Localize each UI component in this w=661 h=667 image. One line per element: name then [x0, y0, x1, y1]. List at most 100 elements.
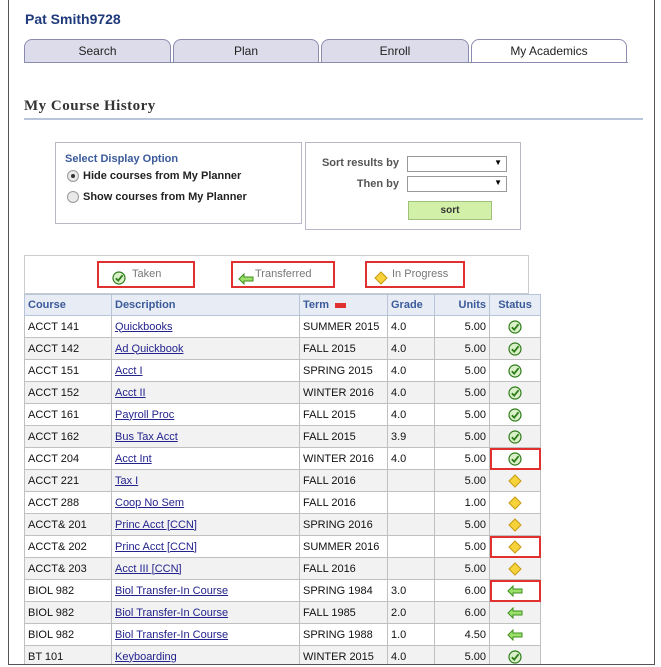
course-units: 5.00: [434, 381, 490, 404]
hide-planner-label: Hide courses from My Planner: [83, 170, 242, 182]
taken-check-icon: [508, 649, 522, 664]
header-description[interactable]: Description: [111, 294, 300, 316]
course-term: FALL 2015: [299, 425, 388, 448]
course-units: 5.00: [434, 535, 490, 558]
course-grade: 4.0: [387, 645, 435, 664]
tab-my-academics[interactable]: My Academics: [471, 39, 627, 63]
page-title: My Course History: [24, 98, 156, 114]
table-row: ACCT 162 Bus Tax Acct FALL 2015 3.9 5.00: [24, 425, 541, 448]
tab-underline: [24, 62, 628, 63]
course-description-cell: Princ Acct [CCN]: [111, 535, 300, 558]
display-option-title: Select Display Option: [65, 153, 179, 165]
course-units: 5.00: [434, 359, 490, 382]
course-term: WINTER 2016: [299, 381, 388, 404]
course-description-link[interactable]: Acct Int: [115, 453, 152, 465]
course-description-link[interactable]: Tax I: [115, 475, 138, 487]
legend-in-progress: In Progress: [365, 261, 465, 288]
chevron-down-icon: ▼: [494, 158, 502, 167]
course-units: 5.00: [434, 337, 490, 360]
then-by-label: Then by: [356, 178, 399, 190]
course-status: [489, 645, 541, 664]
course-units: 1.00: [434, 491, 490, 514]
table-row: ACCT 161 Payroll Proc FALL 2015 4.0 5.00: [24, 403, 541, 426]
tab-plan[interactable]: Plan: [173, 39, 319, 62]
page-frame: Pat Smith9728 Search Plan Enroll My Acad…: [8, 0, 655, 665]
course-status: [489, 623, 541, 646]
course-description-link[interactable]: Acct III [CCN]: [115, 563, 182, 575]
course-description-link[interactable]: Biol Transfer-In Course: [115, 585, 228, 597]
header-course[interactable]: Course: [24, 294, 112, 316]
course-grade: 3.9: [387, 425, 435, 448]
course-description-link[interactable]: Coop No Sem: [115, 497, 184, 509]
course-description-link[interactable]: Acct I: [115, 365, 143, 377]
course-description-link[interactable]: Keyboarding: [115, 651, 177, 663]
course-status: [489, 579, 541, 602]
header-term-label: Term: [303, 299, 330, 311]
course-code: ACCT& 202: [24, 535, 112, 558]
table-row: BIOL 982 Biol Transfer-In Course SPRING 19…: [24, 623, 541, 646]
course-code: BIOL 982: [24, 623, 112, 646]
tab-search[interactable]: Search: [24, 39, 171, 62]
chevron-down-icon: ▼: [494, 178, 502, 187]
course-status: [489, 381, 541, 404]
taken-check-icon: [508, 341, 522, 356]
taken-check-icon: [508, 429, 522, 444]
table-row: ACCT 151 Acct I SPRING 2015 4.0 5.00: [24, 359, 541, 382]
course-code: ACCT 221: [24, 469, 112, 492]
course-status: [489, 425, 541, 448]
header-grade[interactable]: Grade: [387, 294, 435, 316]
course-description-link[interactable]: Ad Quickbook: [115, 343, 183, 355]
course-term: FALL 2016: [299, 557, 388, 580]
course-description-link[interactable]: Biol Transfer-In Course: [115, 607, 228, 619]
course-code: ACCT& 201: [24, 513, 112, 536]
tab-bar: Search Plan Enroll My Academics: [24, 39, 628, 63]
show-planner-option[interactable]: Show courses from My Planner: [67, 191, 247, 203]
show-planner-radio[interactable]: [67, 191, 79, 203]
hide-planner-radio[interactable]: [67, 170, 79, 182]
header-units[interactable]: Units: [434, 294, 490, 316]
course-description-link[interactable]: Biol Transfer-In Course: [115, 629, 228, 641]
course-description-cell: Biol Transfer-In Course: [111, 601, 300, 624]
sort-by-select[interactable]: ▼: [407, 156, 507, 172]
in-progress-diamond-icon: [508, 561, 522, 576]
course-status: [489, 557, 541, 580]
course-grade: [387, 469, 435, 492]
then-by-select[interactable]: ▼: [407, 176, 507, 192]
course-description-cell: Princ Acct [CCN]: [111, 513, 300, 536]
course-description-link[interactable]: Acct II: [115, 387, 146, 399]
course-description-cell: Tax I: [111, 469, 300, 492]
course-units: 5.00: [434, 447, 490, 470]
course-status: [489, 469, 541, 492]
hide-planner-option[interactable]: Hide courses from My Planner: [67, 170, 242, 182]
header-status[interactable]: Status: [489, 294, 541, 316]
course-grade: [387, 535, 435, 558]
sort-button[interactable]: sort: [408, 201, 492, 220]
course-code: BIOL 982: [24, 601, 112, 624]
table-row: ACCT& 202 Princ Acct [CCN] SUMMER 2016 5.00: [24, 535, 541, 558]
course-units: 4.50: [434, 623, 490, 646]
course-description-link[interactable]: Bus Tax Acct: [115, 431, 178, 443]
course-status: [489, 315, 541, 338]
course-units: 5.00: [434, 557, 490, 580]
taken-check-icon: [508, 407, 522, 422]
sort-panel: Sort results by ▼ Then by ▼ sort: [305, 142, 521, 230]
taken-check-icon: [508, 363, 522, 378]
course-description-link[interactable]: Quickbooks: [115, 321, 172, 333]
legend-transferred-label: Transferred: [255, 268, 312, 280]
table-row: ACCT 142 Ad Quickbook FALL 2015 4.0 5.00: [24, 337, 541, 360]
tab-enroll[interactable]: Enroll: [321, 39, 469, 62]
taken-check-icon: [508, 451, 522, 466]
sort-by-label: Sort results by: [321, 157, 399, 169]
header-grade-label: Grade: [391, 299, 423, 311]
course-code: ACCT 151: [24, 359, 112, 382]
table-header-row: Course Description Term Grade Units Stat…: [24, 294, 541, 316]
course-description-link[interactable]: Payroll Proc: [115, 409, 174, 421]
course-description-link[interactable]: Princ Acct [CCN]: [115, 519, 197, 531]
in-progress-diamond-icon: [508, 539, 522, 554]
course-term: SPRING 1984: [299, 579, 388, 602]
display-option-panel: Select Display Option Hide courses from …: [55, 142, 302, 224]
header-term[interactable]: Term: [299, 294, 388, 316]
course-code: ACCT 141: [24, 315, 112, 338]
course-description-link[interactable]: Princ Acct [CCN]: [115, 541, 197, 553]
title-divider: [24, 118, 643, 120]
